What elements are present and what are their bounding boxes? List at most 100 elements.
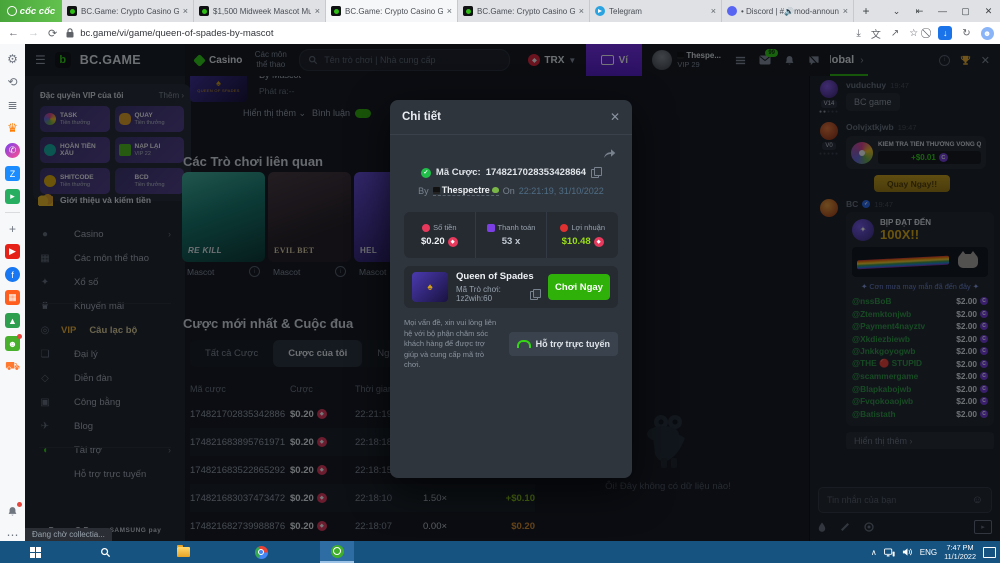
modal-header: Chi tiết ✕ [390, 100, 632, 135]
tab-title: • Discord | #🔊mod-announc [741, 7, 839, 16]
trx-coin-icon: ◆ [594, 237, 604, 247]
browser-brand: cốc cốc [20, 6, 55, 17]
save-page-icon[interactable]: ⤓ [856, 28, 860, 39]
tab-close-icon[interactable]: × [843, 6, 848, 16]
bookmark-star-icon[interactable]: ☆ [909, 28, 918, 39]
tray-expand-icon[interactable]: ∧ [871, 548, 877, 557]
zalo-icon[interactable]: Z [5, 166, 20, 181]
profile-avatar-icon[interactable]: ☻ [981, 27, 994, 40]
volume-icon[interactable] [902, 547, 913, 557]
translate-icon[interactable]: 文 [871, 26, 881, 41]
browser-tab[interactable]: Telegram × [590, 0, 722, 22]
minimize-button[interactable]: — [931, 0, 954, 22]
games-icon[interactable]: ▸ [5, 189, 20, 204]
tab-strip: BC.Game: Crypto Casino Gam × $1,500 Midw… [62, 0, 854, 22]
download-extension-icon[interactable]: ↓ [938, 26, 952, 40]
modal-close-icon[interactable]: ✕ [610, 110, 620, 124]
browser-tab[interactable]: BC.Game: Crypto Casino Gam × [458, 0, 590, 22]
tab-favicon [463, 6, 473, 16]
more-icon[interactable]: ⋯ [5, 527, 20, 542]
modal-game-code: Mã Trò chơi: 1z2wih:60 [456, 285, 526, 303]
tab-close-icon[interactable]: × [447, 6, 452, 16]
action-center-icon[interactable] [983, 547, 996, 558]
tab-title: BC.Game: Crypto Casino Gam [345, 7, 443, 16]
headset-icon [517, 340, 531, 348]
coccoc-logo-icon [7, 6, 17, 16]
crown-icon[interactable]: ♛ [5, 120, 20, 135]
facebook-icon[interactable]: f [5, 267, 20, 282]
history-icon[interactable]: ⟲ [5, 74, 20, 89]
language-indicator[interactable]: ENG [920, 548, 937, 557]
copy-icon[interactable] [530, 289, 540, 300]
tab-close-icon[interactable]: × [183, 6, 188, 16]
close-window-button[interactable]: ✕ [977, 0, 1000, 22]
shopee-icon[interactable]: ▲ [5, 313, 20, 328]
stat-profit: Lợi nhuận $10.48◆ [546, 212, 618, 258]
address-bar-icons: ⤓ 文 ↗ ☆ ⃠ ↓ ↻ ☻ ⤓ [856, 26, 1000, 41]
coccoc-menu-button[interactable]: cốc cốc [0, 0, 62, 22]
game-mini-thumbnail[interactable]: ♠ [412, 272, 448, 302]
tab-close-icon[interactable]: × [579, 6, 584, 16]
amount-icon [422, 224, 430, 232]
tab-close-icon[interactable]: × [315, 6, 320, 16]
shop-icon[interactable]: ▦ [5, 290, 20, 305]
tab-favicon [67, 6, 77, 16]
chat-deal-icon[interactable]: ☻ [5, 336, 20, 351]
modal-game-name: Queen of Spades [456, 271, 540, 282]
url-field[interactable]: bc.game/vi/game/queen-of-spades-by-masco… [66, 28, 273, 39]
maximize-button[interactable]: ▢ [954, 0, 977, 22]
browser-tab[interactable]: $1,500 Midweek Mascot Mul × [194, 0, 326, 22]
taskbar-clock[interactable]: 7:47 PM 11/1/2022 [944, 543, 976, 562]
restore-tab-icon[interactable]: ⇤ [908, 0, 931, 22]
tab-search-icon[interactable]: ⌄ [885, 0, 908, 22]
file-explorer-icon[interactable] [166, 541, 200, 563]
play-now-button[interactable]: Chơi Ngay [548, 274, 610, 300]
browser-tab[interactable]: BC.Game: Crypto Casino Gam × [62, 0, 194, 22]
bell-icon[interactable] [5, 504, 20, 519]
verified-badge-icon: ✓ [421, 168, 431, 178]
tab-title: BC.Game: Crypto Casino Gam [477, 7, 575, 16]
share-icon[interactable]: ↗ [891, 28, 899, 39]
taskbar-search-icon[interactable] [88, 541, 122, 563]
screen: cốc cốc BC.Game: Crypto Casino Gam × $1,… [0, 0, 1000, 563]
messenger-icon[interactable]: ✆ [5, 143, 20, 158]
live-support-button[interactable]: Hỗ trợ trực tuyến [509, 332, 618, 356]
windows-taskbar: ∧ ENG 7:47 PM 11/1/2022 [0, 541, 1000, 563]
cart-icon[interactable]: ⛟ [5, 359, 20, 374]
tab-favicon [595, 6, 605, 16]
coccoc-side-rail: ⚙ ⟲ ≣ ♛ ✆ Z ▸ + ▶ f ▦ ▲ ☻ ⛟ ⋯ [0, 44, 26, 548]
browser-tab[interactable]: • Discord | #🔊mod-announc × [722, 0, 854, 22]
chrome-taskbar-icon[interactable] [244, 541, 278, 563]
reload-icon[interactable]: ⟳ [48, 27, 57, 40]
modal-share-icon[interactable] [603, 146, 616, 164]
player-link[interactable]: Thespectre [433, 185, 499, 196]
tab-favicon [331, 6, 341, 16]
tab-title: BC.Game: Crypto Casino Gam [81, 7, 179, 16]
stat-amount: Số tiền $0.20◆ [404, 212, 475, 258]
tab-favicon [727, 6, 737, 16]
coccoc-taskbar-icon[interactable] [320, 541, 354, 563]
back-icon[interactable]: ← [8, 27, 19, 39]
frog-icon [492, 187, 499, 193]
modal-support-row: Mọi vấn đề, xin vui lòng liên hệ với bộ … [404, 318, 618, 371]
tab-title: Telegram [609, 7, 707, 16]
on-label: On [503, 186, 515, 196]
new-tab-button[interactable]: + [854, 0, 878, 22]
sync-icon[interactable]: ↻ [962, 28, 970, 39]
start-button[interactable] [18, 541, 52, 563]
add-icon[interactable]: + [5, 221, 20, 236]
tab-title: $1,500 Midweek Mascot Mul [213, 7, 311, 16]
copy-icon[interactable] [591, 167, 601, 178]
settings-icon[interactable]: ⚙ [5, 51, 20, 66]
tab-close-icon[interactable]: × [711, 6, 716, 16]
network-icon[interactable] [884, 548, 895, 557]
browser-tab[interactable]: BC.Game: Crypto Casino Gam × [326, 0, 458, 22]
window-controls: ⌄ ⇤ — ▢ ✕ [885, 0, 1000, 22]
youtube-icon[interactable]: ▶ [5, 244, 20, 259]
modal-title: Chi tiết [402, 111, 441, 123]
forward-icon[interactable]: → [28, 27, 39, 39]
browser-status-text: Đang chờ collectia... [25, 528, 112, 541]
newsfeed-icon[interactable]: ≣ [5, 97, 20, 112]
payout-icon [487, 224, 495, 232]
bet-details-modal: Chi tiết ✕ ✓ Mã Cược: 174821702835342886… [390, 100, 632, 478]
